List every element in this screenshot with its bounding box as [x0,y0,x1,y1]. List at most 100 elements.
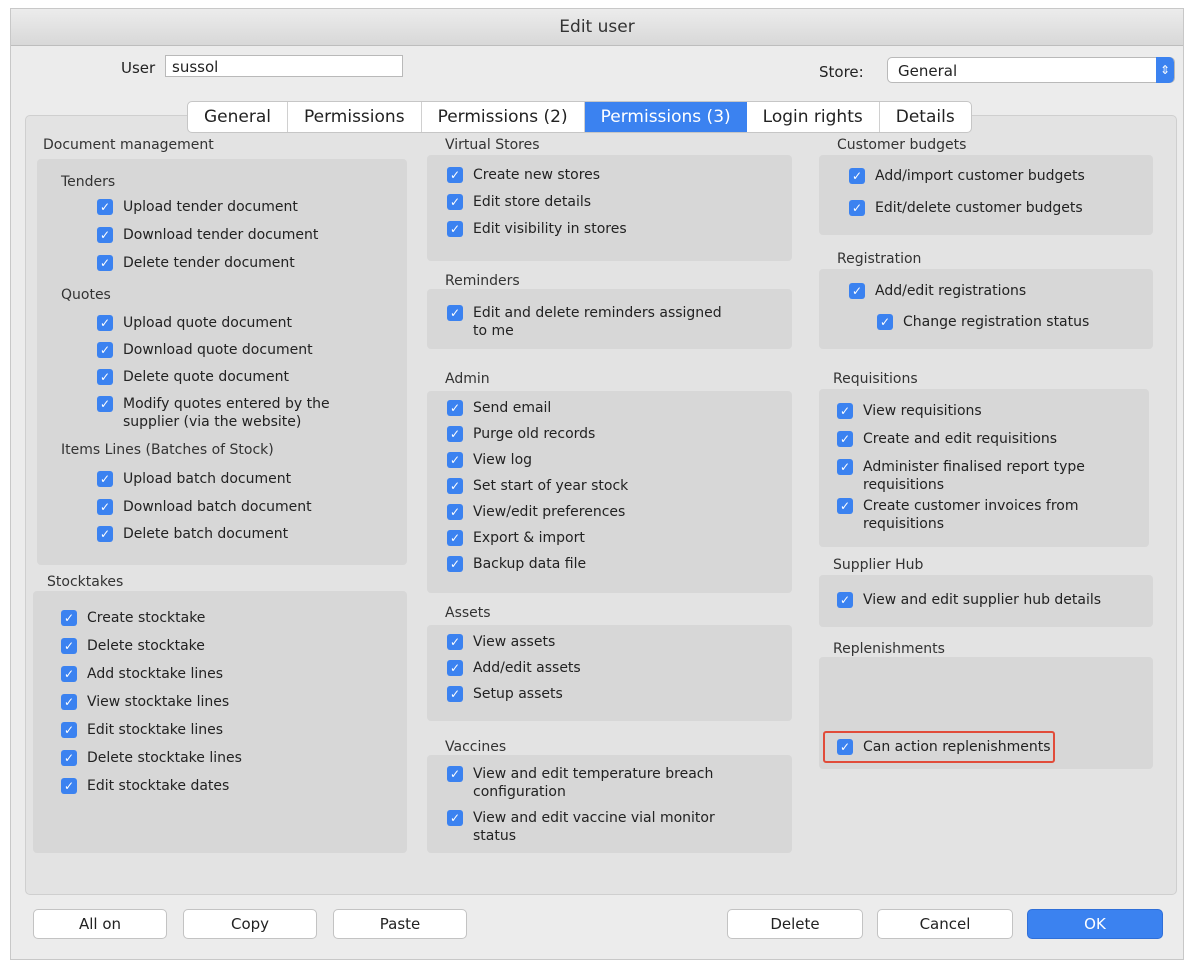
vaccine-vial-monitor-checkbox[interactable]: ✓ View and edit vaccine vial monitor stat… [447,809,757,845]
check-icon: ✓ [447,221,463,237]
view-assets-checkbox[interactable]: ✓ View assets [447,633,555,651]
set-start-of-year-stock-checkbox[interactable]: ✓ Set start of year stock [447,477,628,495]
check-icon: ✓ [97,369,113,385]
edit-store-details-checkbox[interactable]: ✓ Edit store details [447,193,591,211]
check-icon: ✓ [447,504,463,520]
check-icon: ✓ [837,459,853,475]
add-edit-registrations-checkbox[interactable]: ✓ Add/edit registrations [849,282,1026,300]
check-icon: ✓ [61,722,77,738]
edit-stocktake-dates-checkbox[interactable]: ✓ Edit stocktake dates [61,777,229,795]
add-stocktake-lines-checkbox[interactable]: ✓ Add stocktake lines [61,665,223,683]
tab-permissions[interactable]: Permissions [288,102,422,132]
delete-stocktake-checkbox[interactable]: ✓ Delete stocktake [61,637,205,655]
check-icon: ✓ [837,431,853,447]
delete-button[interactable]: Delete [727,909,863,939]
window-title: Edit user [11,9,1183,46]
check-icon: ✓ [97,255,113,271]
check-icon: ✓ [849,168,865,184]
upload-batch-document-checkbox[interactable]: ✓ Upload batch document [97,470,291,488]
ok-button[interactable]: OK [1027,909,1163,939]
edit-visibility-in-stores-checkbox[interactable]: ✓ Edit visibility in stores [447,220,627,238]
can-action-replenishments-checkbox[interactable]: ✓ Can action replenishments [837,738,1051,756]
check-icon: ✓ [837,592,853,608]
virtual-stores-title: Virtual Stores [445,137,540,153]
vaccines-title: Vaccines [445,739,507,755]
tab-details[interactable]: Details [880,102,971,132]
tab-permissions-2[interactable]: Permissions (2) [422,102,585,132]
view-edit-preferences-checkbox[interactable]: ✓ View/edit preferences [447,503,625,521]
view-requisitions-checkbox[interactable]: ✓ View requisitions [837,402,982,420]
check-icon: ✓ [447,400,463,416]
check-icon: ✓ [97,315,113,331]
upload-tender-document-checkbox[interactable]: ✓ Upload tender document [97,198,298,216]
add-import-customer-budgets-checkbox[interactable]: ✓ Add/import customer budgets [849,167,1085,185]
download-batch-document-checkbox[interactable]: ✓ Download batch document [97,498,312,516]
create-stocktake-checkbox[interactable]: ✓ Create stocktake [61,609,205,627]
cancel-button[interactable]: Cancel [877,909,1013,939]
purge-old-records-checkbox[interactable]: ✓ Purge old records [447,425,595,443]
add-edit-assets-checkbox[interactable]: ✓ Add/edit assets [447,659,581,677]
store-select[interactable]: General ⇕ [887,57,1175,83]
tab-login-rights[interactable]: Login rights [747,102,880,132]
check-icon: ✓ [97,499,113,515]
create-edit-requisitions-checkbox[interactable]: ✓ Create and edit requisitions [837,430,1057,448]
upload-quote-document-checkbox[interactable]: ✓ Upload quote document [97,314,292,332]
administer-finalised-requisitions-checkbox[interactable]: ✓ Administer finalised report type requis… [837,458,1127,494]
backup-data-file-checkbox[interactable]: ✓ Backup data file [447,555,586,573]
check-icon: ✓ [447,634,463,650]
create-customer-invoices-checkbox[interactable]: ✓ Create customer invoices from requisiti… [837,497,1127,533]
tab-permissions-3[interactable]: Permissions (3) [584,102,747,132]
edit-delete-customer-budgets-checkbox[interactable]: ✓ Edit/delete customer budgets [849,199,1083,217]
download-quote-document-checkbox[interactable]: ✓ Download quote document [97,341,313,359]
all-on-button[interactable]: All on [33,909,167,939]
temperature-breach-checkbox[interactable]: ✓ View and edit temperature breach config… [447,765,757,801]
stocktakes-title: Stocktakes [47,574,124,590]
edit-stocktake-lines-checkbox[interactable]: ✓ Edit stocktake lines [61,721,223,739]
check-icon: ✓ [447,167,463,183]
check-icon: ✓ [61,694,77,710]
edit-delete-reminders-checkbox[interactable]: ✓ Edit and delete reminders assigned to m… [447,304,737,340]
check-icon: ✓ [61,638,77,654]
check-icon: ✓ [447,810,463,826]
view-log-checkbox[interactable]: ✓ View log [447,451,532,469]
admin-title: Admin [445,371,490,387]
registration-title: Registration [837,251,922,267]
setup-assets-checkbox[interactable]: ✓ Setup assets [447,685,563,703]
change-registration-status-checkbox[interactable]: ✓ Change registration status [877,313,1089,331]
view-edit-supplier-hub-checkbox[interactable]: ✓ View and edit supplier hub details [837,591,1101,609]
tab-general[interactable]: General [188,102,288,132]
modify-quotes-checkbox[interactable]: ✓ Modify quotes entered by the supplier (… [97,395,357,431]
check-icon: ✓ [447,556,463,572]
delete-batch-document-checkbox[interactable]: ✓ Delete batch document [97,525,288,543]
paste-button[interactable]: Paste [333,909,467,939]
check-icon: ✓ [97,396,113,412]
user-label: User [121,59,156,77]
check-icon: ✓ [97,199,113,215]
check-icon: ✓ [447,766,463,782]
items-lines-title: Items Lines (Batches of Stock) [61,442,274,458]
check-icon: ✓ [837,498,853,514]
check-icon: ✓ [447,530,463,546]
reminders-title: Reminders [445,273,520,289]
store-select-value: General [898,62,958,80]
user-field[interactable]: sussol [165,55,403,77]
check-icon: ✓ [849,283,865,299]
check-icon: ✓ [837,739,853,755]
tenders-title: Tenders [61,174,116,190]
check-icon: ✓ [447,452,463,468]
delete-quote-document-checkbox[interactable]: ✓ Delete quote document [97,368,289,386]
requisitions-title: Requisitions [833,371,918,387]
store-label: Store: [819,63,864,81]
check-icon: ✓ [447,305,463,321]
delete-tender-document-checkbox[interactable]: ✓ Delete tender document [97,254,295,272]
view-stocktake-lines-checkbox[interactable]: ✓ View stocktake lines [61,693,229,711]
check-icon: ✓ [97,526,113,542]
send-email-checkbox[interactable]: ✓ Send email [447,399,551,417]
delete-stocktake-lines-checkbox[interactable]: ✓ Delete stocktake lines [61,749,242,767]
check-icon: ✓ [447,478,463,494]
download-tender-document-checkbox[interactable]: ✓ Download tender document [97,226,318,244]
check-icon: ✓ [97,342,113,358]
create-new-stores-checkbox[interactable]: ✓ Create new stores [447,166,600,184]
copy-button[interactable]: Copy [183,909,317,939]
export-import-checkbox[interactable]: ✓ Export & import [447,529,585,547]
